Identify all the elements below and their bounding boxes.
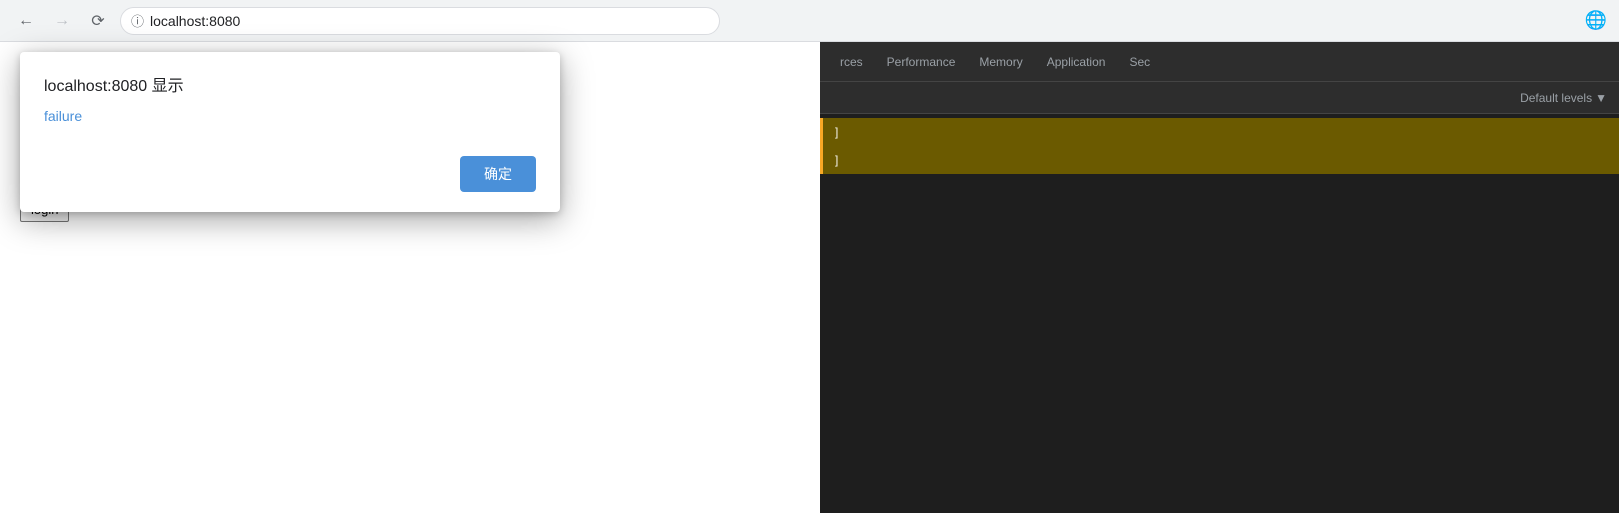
back-button[interactable]: ← — [12, 7, 40, 35]
translate-icon[interactable]: 🌐 — [1585, 10, 1607, 31]
reload-button[interactable]: ⟳ — [84, 7, 112, 35]
tab-security[interactable]: Sec — [1117, 42, 1162, 81]
url-text: localhost:8080 — [150, 13, 240, 29]
devtools-tabs: rces Performance Memory Application Sec — [820, 42, 1619, 82]
tab-application[interactable]: Application — [1035, 42, 1118, 81]
dialog-message: failure — [44, 108, 536, 124]
devtools-content: ] ] — [820, 114, 1619, 513]
dialog-title: localhost:8080 显示 — [44, 72, 536, 96]
main-area: 用户名 密码 login localhost:8080 显示 failure 确… — [0, 42, 1619, 513]
devtools-toolbar: Default levels ▼ — [820, 82, 1619, 114]
tab-sources[interactable]: rces — [828, 42, 875, 81]
alert-dialog: localhost:8080 显示 failure 确定 — [20, 52, 560, 212]
dialog-ok-button[interactable]: 确定 — [460, 156, 536, 192]
devtools-panel: rces Performance Memory Application Sec … — [820, 42, 1619, 513]
forward-button[interactable]: → — [48, 7, 76, 35]
webpage: 用户名 密码 login localhost:8080 显示 failure 确… — [0, 42, 820, 513]
browser-right: 🌐 — [1585, 10, 1607, 31]
dialog-overlay: localhost:8080 显示 failure 确定 — [0, 42, 820, 513]
browser-chrome: ← → ⟳ ⓘ localhost:8080 🌐 — [0, 0, 1619, 42]
tab-performance[interactable]: Performance — [875, 42, 968, 81]
lock-icon: ⓘ — [131, 11, 144, 30]
console-row: ] — [820, 118, 1619, 146]
address-bar[interactable]: ⓘ localhost:8080 — [120, 7, 720, 35]
console-row: ] — [820, 146, 1619, 174]
default-levels-dropdown[interactable]: Default levels ▼ — [1520, 91, 1607, 105]
tab-memory[interactable]: Memory — [967, 42, 1034, 81]
dialog-footer: 确定 — [44, 156, 536, 192]
